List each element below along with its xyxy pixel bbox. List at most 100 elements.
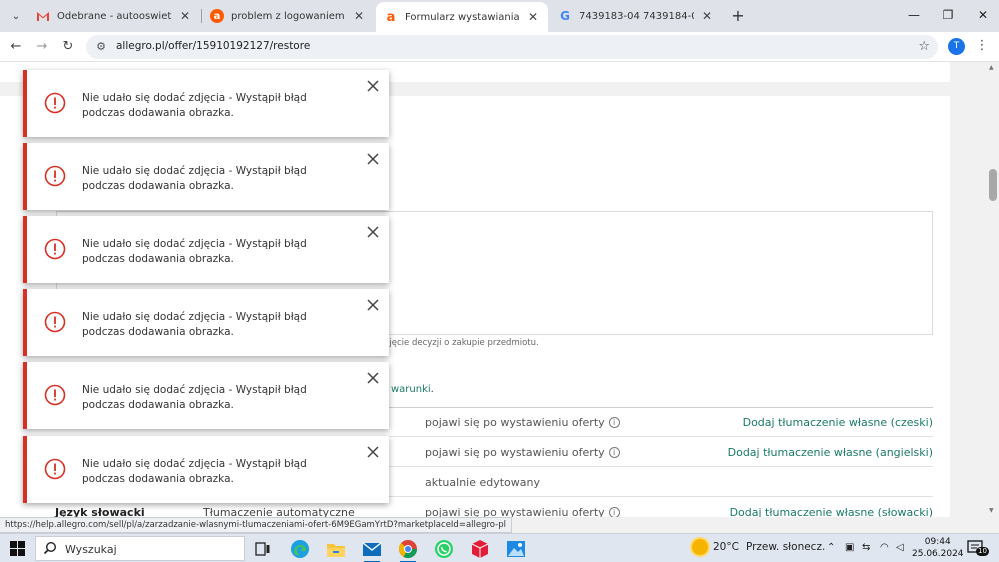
error-icon bbox=[44, 238, 66, 260]
conditions-link[interactable]: warunki bbox=[391, 384, 431, 395]
tab-google-search[interactable]: G 7439183-04 7439184-04 - Szukaj ✕ bbox=[550, 0, 722, 32]
error-toast: Nie udało się dodać zdjęcia - Wystąpił b… bbox=[23, 216, 389, 283]
browser-toolbar: ← → ↻ ⚙ allegro.pl/offer/15910192127/res… bbox=[0, 32, 999, 62]
error-toast: Nie udało się dodać zdjęcia - Wystąpił b… bbox=[23, 436, 389, 503]
google-icon: G bbox=[560, 9, 570, 23]
error-toast: Nie udało się dodać zdjęcia - Wystąpił b… bbox=[23, 289, 389, 356]
new-tab-button[interactable]: + bbox=[728, 6, 748, 26]
browser-menu-icon[interactable]: ⋮ bbox=[975, 36, 989, 56]
close-icon[interactable] bbox=[365, 151, 381, 167]
toast-message: Nie udało się dodać zdjęcia - Wystąpił b… bbox=[82, 311, 307, 338]
taskbar-search-box[interactable]: Wyszukaj bbox=[35, 536, 245, 561]
system-clock[interactable]: 09:44 25.06.2024 bbox=[912, 536, 964, 560]
page-scrollbar[interactable] bbox=[986, 62, 999, 517]
chrome-icon[interactable] bbox=[396, 537, 420, 562]
site-info-icon[interactable]: ⚙ bbox=[94, 40, 108, 54]
error-toast: Nie udało się dodać zdjęcia - Wystąpił b… bbox=[23, 362, 389, 429]
minimize-button[interactable]: — bbox=[899, 4, 929, 26]
close-icon[interactable] bbox=[365, 370, 381, 386]
add-translation-english-link[interactable]: Dodaj tłumaczenie własne (angielski) bbox=[728, 446, 933, 459]
file-explorer-icon[interactable] bbox=[324, 537, 348, 561]
toast-message: Nie udało się dodać zdjęcia - Wystąpił b… bbox=[82, 92, 307, 119]
weather-temperature: 20°C bbox=[713, 541, 739, 553]
wifi-icon[interactable]: ◠ bbox=[880, 542, 889, 553]
error-icon bbox=[44, 92, 66, 114]
address-bar[interactable]: ⚙ allegro.pl/offer/15910192127/restore ☆ bbox=[86, 35, 938, 59]
close-icon[interactable] bbox=[365, 444, 381, 460]
device-icon[interactable]: ▣ bbox=[845, 542, 854, 553]
close-icon[interactable] bbox=[365, 224, 381, 240]
status-bar-url: https://help.allegro.com/sell/pl/a/zarza… bbox=[0, 517, 512, 533]
search-label: Wyszukaj bbox=[65, 543, 117, 556]
tab-title: Formularz wystawiania bbox=[405, 11, 520, 23]
tab-search-icon[interactable]: ⌄ bbox=[6, 6, 26, 26]
mail-icon[interactable] bbox=[360, 537, 384, 562]
photos-icon[interactable] bbox=[504, 537, 528, 561]
toast-message: Nie udało się dodać zdjęcia - Wystąpił b… bbox=[82, 384, 307, 411]
scrollbar-thumb[interactable] bbox=[989, 169, 997, 201]
language-name: Język słowacki bbox=[55, 506, 145, 517]
red-app-icon[interactable] bbox=[468, 537, 492, 561]
forward-button[interactable]: → bbox=[32, 37, 52, 57]
close-icon[interactable] bbox=[365, 78, 381, 94]
url-text: allegro.pl/offer/15910192127/restore bbox=[116, 40, 311, 52]
add-translation-slovak-link[interactable]: Dodaj tłumaczenie własne (słowacki) bbox=[730, 506, 933, 517]
bookmark-star-icon[interactable]: ☆ bbox=[918, 39, 930, 54]
toast-message: Nie udało się dodać zdjęcia - Wystąpił b… bbox=[82, 238, 307, 265]
tab-title: problem z logowaniem - Społeczno bbox=[231, 10, 346, 22]
info-icon[interactable]: i bbox=[608, 447, 620, 458]
task-view-icon[interactable] bbox=[251, 537, 275, 561]
scroll-down-arrow-icon[interactable]: ▼ bbox=[989, 507, 994, 514]
close-icon[interactable]: ✕ bbox=[352, 9, 366, 23]
browser-tab-strip: ⌄ Odebrane - autooswietlenielacki ✕ a pr… bbox=[0, 0, 999, 32]
error-toast: Nie udało się dodać zdjęcia - Wystąpił b… bbox=[23, 143, 389, 210]
translation-type: Tłumaczenie automatyczne bbox=[203, 506, 355, 517]
tab-allegro-community[interactable]: a problem z logowaniem - Społeczno ✕ bbox=[202, 0, 374, 32]
description-hint: djęcie decyzji o zakupie przedmiotu. bbox=[384, 338, 539, 348]
edge-icon[interactable] bbox=[288, 537, 312, 561]
tab-listing-form[interactable]: a Formularz wystawiania ✕ bbox=[376, 2, 548, 32]
error-icon bbox=[44, 165, 66, 187]
volume-icon[interactable]: ◁ bbox=[896, 542, 904, 553]
chevron-up-icon[interactable]: ⌃ bbox=[827, 542, 835, 553]
close-icon[interactable] bbox=[365, 297, 381, 313]
error-icon bbox=[44, 458, 66, 480]
toast-message: Nie udało się dodać zdjęcia - Wystąpił b… bbox=[82, 458, 307, 485]
sun-icon bbox=[692, 539, 708, 555]
translation-status: aktualnie edytowany bbox=[425, 476, 541, 489]
windows-start-icon[interactable] bbox=[10, 541, 25, 556]
error-icon bbox=[44, 384, 66, 406]
windows-taskbar: Wyszukaj 20°C Przew. słonecz. ⌃ ▣ ⇆ ◠ ◁ … bbox=[0, 533, 999, 562]
search-icon bbox=[43, 541, 57, 555]
allegro-icon: a bbox=[386, 9, 396, 25]
notifications-button[interactable]: 10 bbox=[967, 540, 989, 556]
close-icon[interactable]: ✕ bbox=[178, 9, 192, 23]
allegro-icon: a bbox=[210, 9, 224, 23]
tab-title: Odebrane - autooswietlenielacki bbox=[57, 10, 172, 22]
error-icon bbox=[44, 311, 66, 333]
error-toast: Nie udało się dodać zdjęcia - Wystąpił b… bbox=[23, 70, 389, 137]
weather-widget[interactable]: 20°C Przew. słonecz. bbox=[692, 539, 825, 555]
close-window-button[interactable]: ✕ bbox=[968, 4, 998, 26]
close-icon[interactable]: ✕ bbox=[526, 10, 540, 24]
info-icon[interactable]: i bbox=[608, 417, 620, 428]
network-icon[interactable]: ⇆ bbox=[862, 542, 870, 553]
weather-description: Przew. słonecz. bbox=[745, 541, 826, 553]
restore-button[interactable]: ❐ bbox=[933, 4, 963, 26]
translation-status: pojawi się po wystawieniu oferty i bbox=[425, 506, 620, 517]
add-translation-czech-link[interactable]: Dodaj tłumaczenie własne (czeski) bbox=[743, 416, 933, 429]
gmail-icon bbox=[36, 9, 50, 23]
reload-button[interactable]: ↻ bbox=[58, 37, 78, 57]
back-button[interactable]: ← bbox=[6, 37, 26, 57]
conditions-text: warunki. bbox=[391, 384, 434, 395]
clock-time: 09:44 bbox=[924, 537, 951, 547]
info-icon[interactable]: i bbox=[608, 507, 620, 517]
whatsapp-icon[interactable] bbox=[432, 537, 456, 561]
translation-status: pojawi się po wystawieniu oferty i bbox=[425, 446, 620, 459]
scroll-up-arrow-icon[interactable]: ▲ bbox=[989, 64, 994, 71]
toast-message: Nie udało się dodać zdjęcia - Wystąpił b… bbox=[82, 165, 307, 192]
close-icon[interactable]: ✕ bbox=[700, 9, 714, 23]
tab-gmail[interactable]: Odebrane - autooswietlenielacki ✕ bbox=[28, 0, 200, 32]
profile-avatar[interactable]: T bbox=[948, 38, 965, 55]
translation-status: pojawi się po wystawieniu oferty i bbox=[425, 416, 620, 429]
